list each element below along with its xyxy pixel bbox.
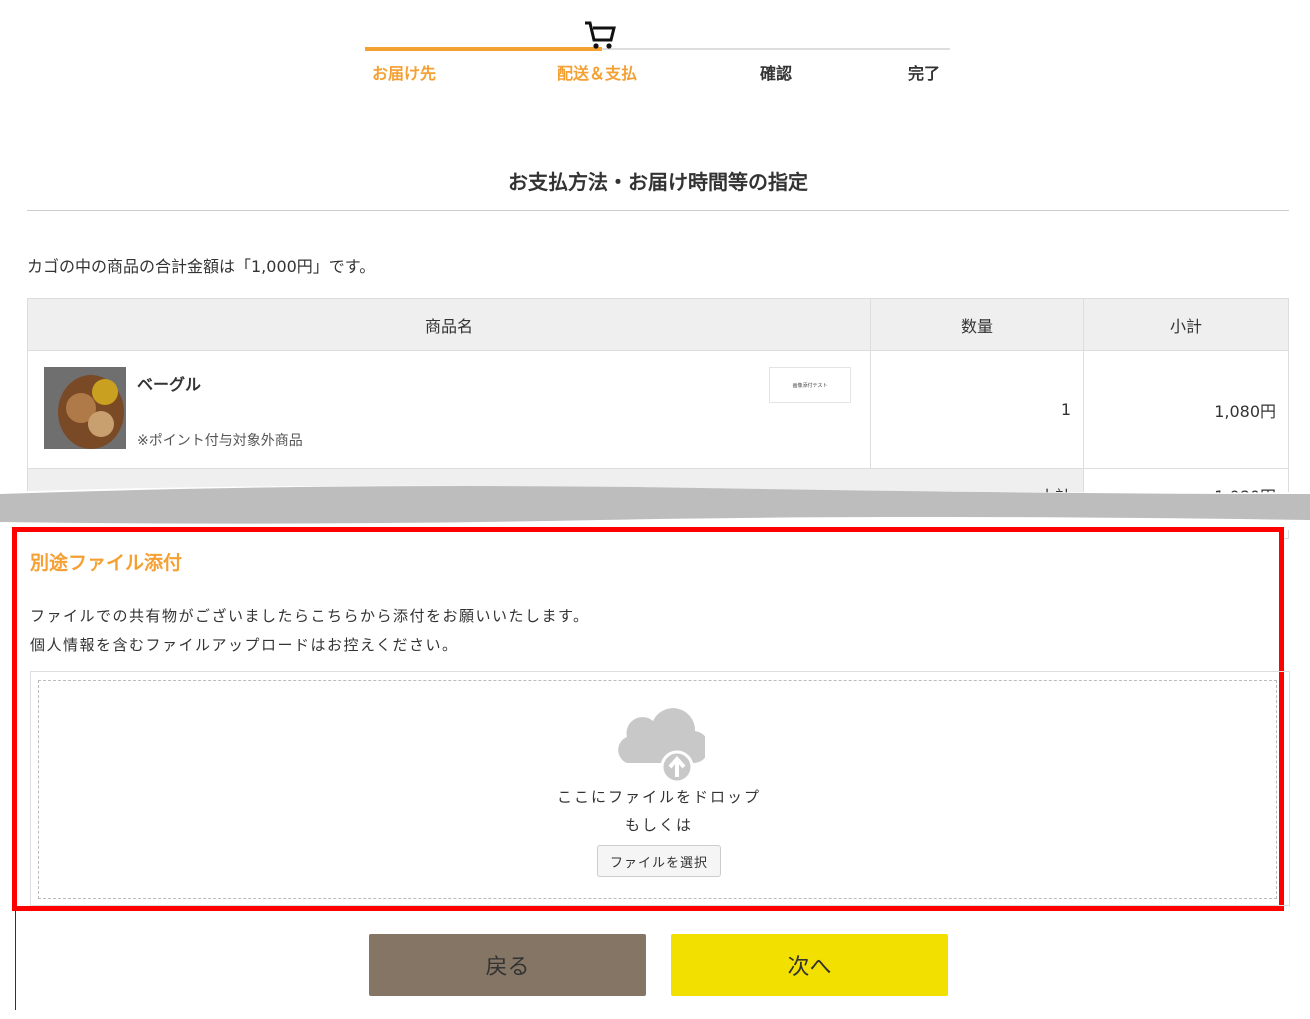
step-complete: 完了 [908,64,941,83]
subtotal-cell: 1,080円 [1083,350,1289,469]
table-row: ベーグル ※ポイント付与対象外商品 画像添付テスト 1 1,080円 [27,350,1289,469]
edge-line [15,910,16,1010]
divider [27,210,1289,211]
quantity-cell: 1 [870,350,1084,469]
attachment-desc-2: 個人情報を含むファイルアップロードはお控えください。 [30,636,459,654]
step-confirm: 確認 [760,64,793,83]
select-file-button[interactable]: ファイルを選択 [597,845,721,877]
product-cell: ベーグル ※ポイント付与対象外商品 画像添付テスト [27,350,871,469]
col-header-quantity: 数量 [870,298,1084,351]
attachment-desc-1: ファイルでの共有物がございましたらこちらから添付をお願いいたします。 [30,607,590,625]
col-header-product: 商品名 [27,298,871,351]
step-shipping-payment: 配送＆支払 [557,64,638,83]
cart-icon [585,21,616,49]
option-image-thumb: 画像添付テスト [769,367,851,403]
cart-total-text: カゴの中の商品の合計金額は「1,000円」です。 [27,257,376,276]
or-text: もしくは [624,816,693,834]
product-image [44,367,126,449]
cloud-upload-icon [618,708,705,783]
attachment-title: 別途ファイル添付 [30,552,183,574]
next-button[interactable]: 次へ [671,934,948,996]
progress-fill [365,47,602,51]
step-delivery: お届け先 [372,64,437,83]
product-name: ベーグル [137,375,202,394]
cut-separator [0,485,1310,530]
col-header-subtotal: 小計 [1083,298,1289,351]
page-title: お支払方法・お届け時間等の指定 [508,170,808,194]
drop-text: ここにファイルをドロップ [556,788,761,806]
back-button[interactable]: 戻る [369,934,646,996]
product-note: ※ポイント付与対象外商品 [137,433,303,449]
